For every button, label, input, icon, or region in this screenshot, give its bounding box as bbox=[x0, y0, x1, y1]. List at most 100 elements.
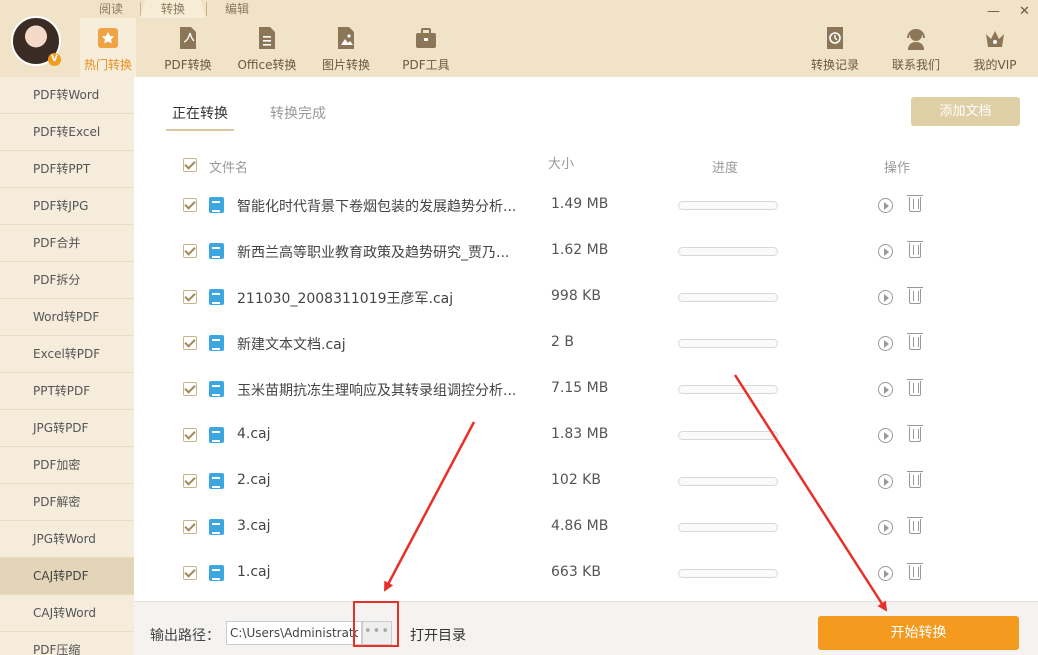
file-name: 新建文本文档.caj bbox=[237, 337, 346, 353]
sidebar-item[interactable]: PDF转Word bbox=[0, 77, 134, 114]
file-size: 1.49 MB bbox=[551, 196, 609, 212]
headset-icon bbox=[907, 29, 925, 50]
select-all-checkbox[interactable] bbox=[183, 158, 197, 172]
row-checkbox[interactable] bbox=[183, 336, 197, 350]
open-directory-link[interactable]: 打开目录 bbox=[410, 625, 466, 645]
row-checkbox[interactable] bbox=[183, 428, 197, 442]
play-icon[interactable] bbox=[878, 520, 893, 535]
trash-icon[interactable] bbox=[907, 563, 923, 580]
sidebar-item[interactable]: PPT转PDF bbox=[0, 373, 134, 410]
tab-convert[interactable]: 转换 bbox=[140, 0, 206, 18]
nav-pdf-convert[interactable]: PDF转换 bbox=[160, 24, 216, 73]
column-actions: 操作 bbox=[884, 161, 911, 176]
file-name: 新西兰高等职业教育政策及趋势研究_贾乃... bbox=[237, 245, 510, 261]
toolbar-header: 阅读 转换 编辑 V 热门转换 PDF转换 Office转换 图片转换 PDF工… bbox=[0, 0, 1038, 77]
sidebar-item[interactable]: Excel转PDF bbox=[0, 336, 134, 373]
nav-label: 联系我们 bbox=[891, 58, 940, 72]
play-icon[interactable] bbox=[878, 566, 893, 581]
caj-file-icon bbox=[209, 197, 224, 213]
nav-label: PDF工具 bbox=[402, 58, 450, 72]
sidebar-item[interactable]: PDF转JPG bbox=[0, 188, 134, 225]
nav-label: 热门转换 bbox=[83, 58, 132, 72]
caj-file-icon bbox=[209, 565, 224, 581]
file-size: 1.83 MB bbox=[551, 426, 609, 442]
nav-label: PDF转换 bbox=[164, 58, 212, 72]
tab-divider bbox=[140, 2, 141, 16]
progress-bar bbox=[678, 569, 778, 578]
caj-file-icon bbox=[209, 335, 224, 351]
row-checkbox[interactable] bbox=[183, 244, 197, 258]
row-checkbox[interactable] bbox=[183, 474, 197, 488]
sidebar-item[interactable]: PDF拆分 bbox=[0, 262, 134, 299]
sidebar-item[interactable]: PDF转PPT bbox=[0, 151, 134, 188]
table-header: 文件名 大小 进度 操作 bbox=[134, 153, 1038, 177]
nav-image-convert[interactable]: 图片转换 bbox=[318, 24, 374, 73]
file-name: 玉米苗期抗冻生理响应及其转录组调控分析... bbox=[237, 383, 517, 399]
nav-label: 我的VIP bbox=[973, 58, 1017, 72]
pdf-file-icon bbox=[180, 27, 196, 49]
sidebar-item[interactable]: PDF加密 bbox=[0, 447, 134, 484]
close-button[interactable]: ✕ bbox=[1019, 4, 1030, 19]
sidebar-item[interactable]: JPG转Word bbox=[0, 521, 134, 558]
progress-bar bbox=[678, 385, 778, 394]
play-icon[interactable] bbox=[878, 198, 893, 213]
file-row: 玉米苗期抗冻生理响应及其转录组调控分析... 7.15 MB bbox=[134, 367, 1038, 413]
trash-icon[interactable] bbox=[907, 195, 923, 212]
sidebar-item[interactable]: PDF转Excel bbox=[0, 114, 134, 151]
trash-icon[interactable] bbox=[907, 517, 923, 534]
tab-completed[interactable]: 转换完成 bbox=[270, 103, 326, 123]
play-icon[interactable] bbox=[878, 474, 893, 489]
sidebar-item[interactable]: CAJ转PDF bbox=[0, 558, 134, 595]
tab-converting[interactable]: 正在转换 bbox=[166, 103, 234, 131]
nav-office-convert[interactable]: Office转换 bbox=[236, 24, 298, 73]
start-convert-button[interactable]: 开始转换 bbox=[818, 616, 1019, 650]
file-row: 211030_2008311019王彦军.caj 998 KB bbox=[134, 275, 1038, 321]
nav-pdf-tools[interactable]: PDF工具 bbox=[398, 24, 454, 73]
sidebar-item[interactable]: CAJ转Word bbox=[0, 595, 134, 632]
sidebar-item[interactable]: PDF合并 bbox=[0, 225, 134, 262]
file-name: 智能化时代背景下卷烟包装的发展趋势分析... bbox=[237, 199, 517, 215]
nav-convert-history[interactable]: 转换记录 bbox=[808, 24, 862, 73]
sidebar-item[interactable]: PDF解密 bbox=[0, 484, 134, 521]
caj-file-icon bbox=[209, 289, 224, 305]
sidebar-item[interactable]: Word转PDF bbox=[0, 299, 134, 336]
nav-my-vip[interactable]: 我的VIP bbox=[968, 24, 1022, 73]
nav-contact-us[interactable]: 联系我们 bbox=[888, 24, 944, 73]
trash-icon[interactable] bbox=[907, 241, 923, 258]
office-file-icon bbox=[259, 27, 275, 49]
progress-bar bbox=[678, 247, 778, 256]
play-icon[interactable] bbox=[878, 382, 893, 397]
play-icon[interactable] bbox=[878, 244, 893, 259]
nav-hot-convert[interactable]: 热门转换 bbox=[80, 18, 136, 77]
play-icon[interactable] bbox=[878, 428, 893, 443]
file-size: 102 KB bbox=[551, 472, 601, 488]
file-name: 211030_2008311019王彦军.caj bbox=[237, 291, 454, 307]
add-document-button[interactable]: 添加文档 bbox=[911, 97, 1020, 126]
trash-icon[interactable] bbox=[907, 333, 923, 350]
tab-edit[interactable]: 编辑 bbox=[205, 0, 269, 18]
play-icon[interactable] bbox=[878, 290, 893, 305]
file-size: 1.62 MB bbox=[551, 242, 609, 258]
nav-label: 图片转换 bbox=[321, 58, 370, 72]
row-checkbox[interactable] bbox=[183, 382, 197, 396]
output-path-input[interactable] bbox=[226, 621, 362, 645]
progress-bar bbox=[678, 523, 778, 532]
history-icon bbox=[827, 27, 843, 49]
trash-icon[interactable] bbox=[907, 287, 923, 304]
row-checkbox[interactable] bbox=[183, 520, 197, 534]
sidebar-item[interactable]: JPG转PDF bbox=[0, 410, 134, 447]
file-row: 新西兰高等职业教育政策及趋势研究_贾乃... 1.62 MB bbox=[134, 229, 1038, 275]
minimize-button[interactable]: — bbox=[987, 4, 1000, 19]
file-row: 1.caj 663 KB bbox=[134, 551, 1038, 597]
row-checkbox[interactable] bbox=[183, 566, 197, 580]
row-checkbox[interactable] bbox=[183, 198, 197, 212]
file-size: 998 KB bbox=[551, 288, 601, 304]
tab-read[interactable]: 阅读 bbox=[80, 0, 142, 18]
trash-icon[interactable] bbox=[907, 425, 923, 442]
play-icon[interactable] bbox=[878, 336, 893, 351]
trash-icon[interactable] bbox=[907, 471, 923, 488]
row-checkbox[interactable] bbox=[183, 290, 197, 304]
trash-icon[interactable] bbox=[907, 379, 923, 396]
image-file-icon bbox=[338, 27, 354, 49]
sidebar-item[interactable]: PDF压缩 bbox=[0, 632, 134, 655]
